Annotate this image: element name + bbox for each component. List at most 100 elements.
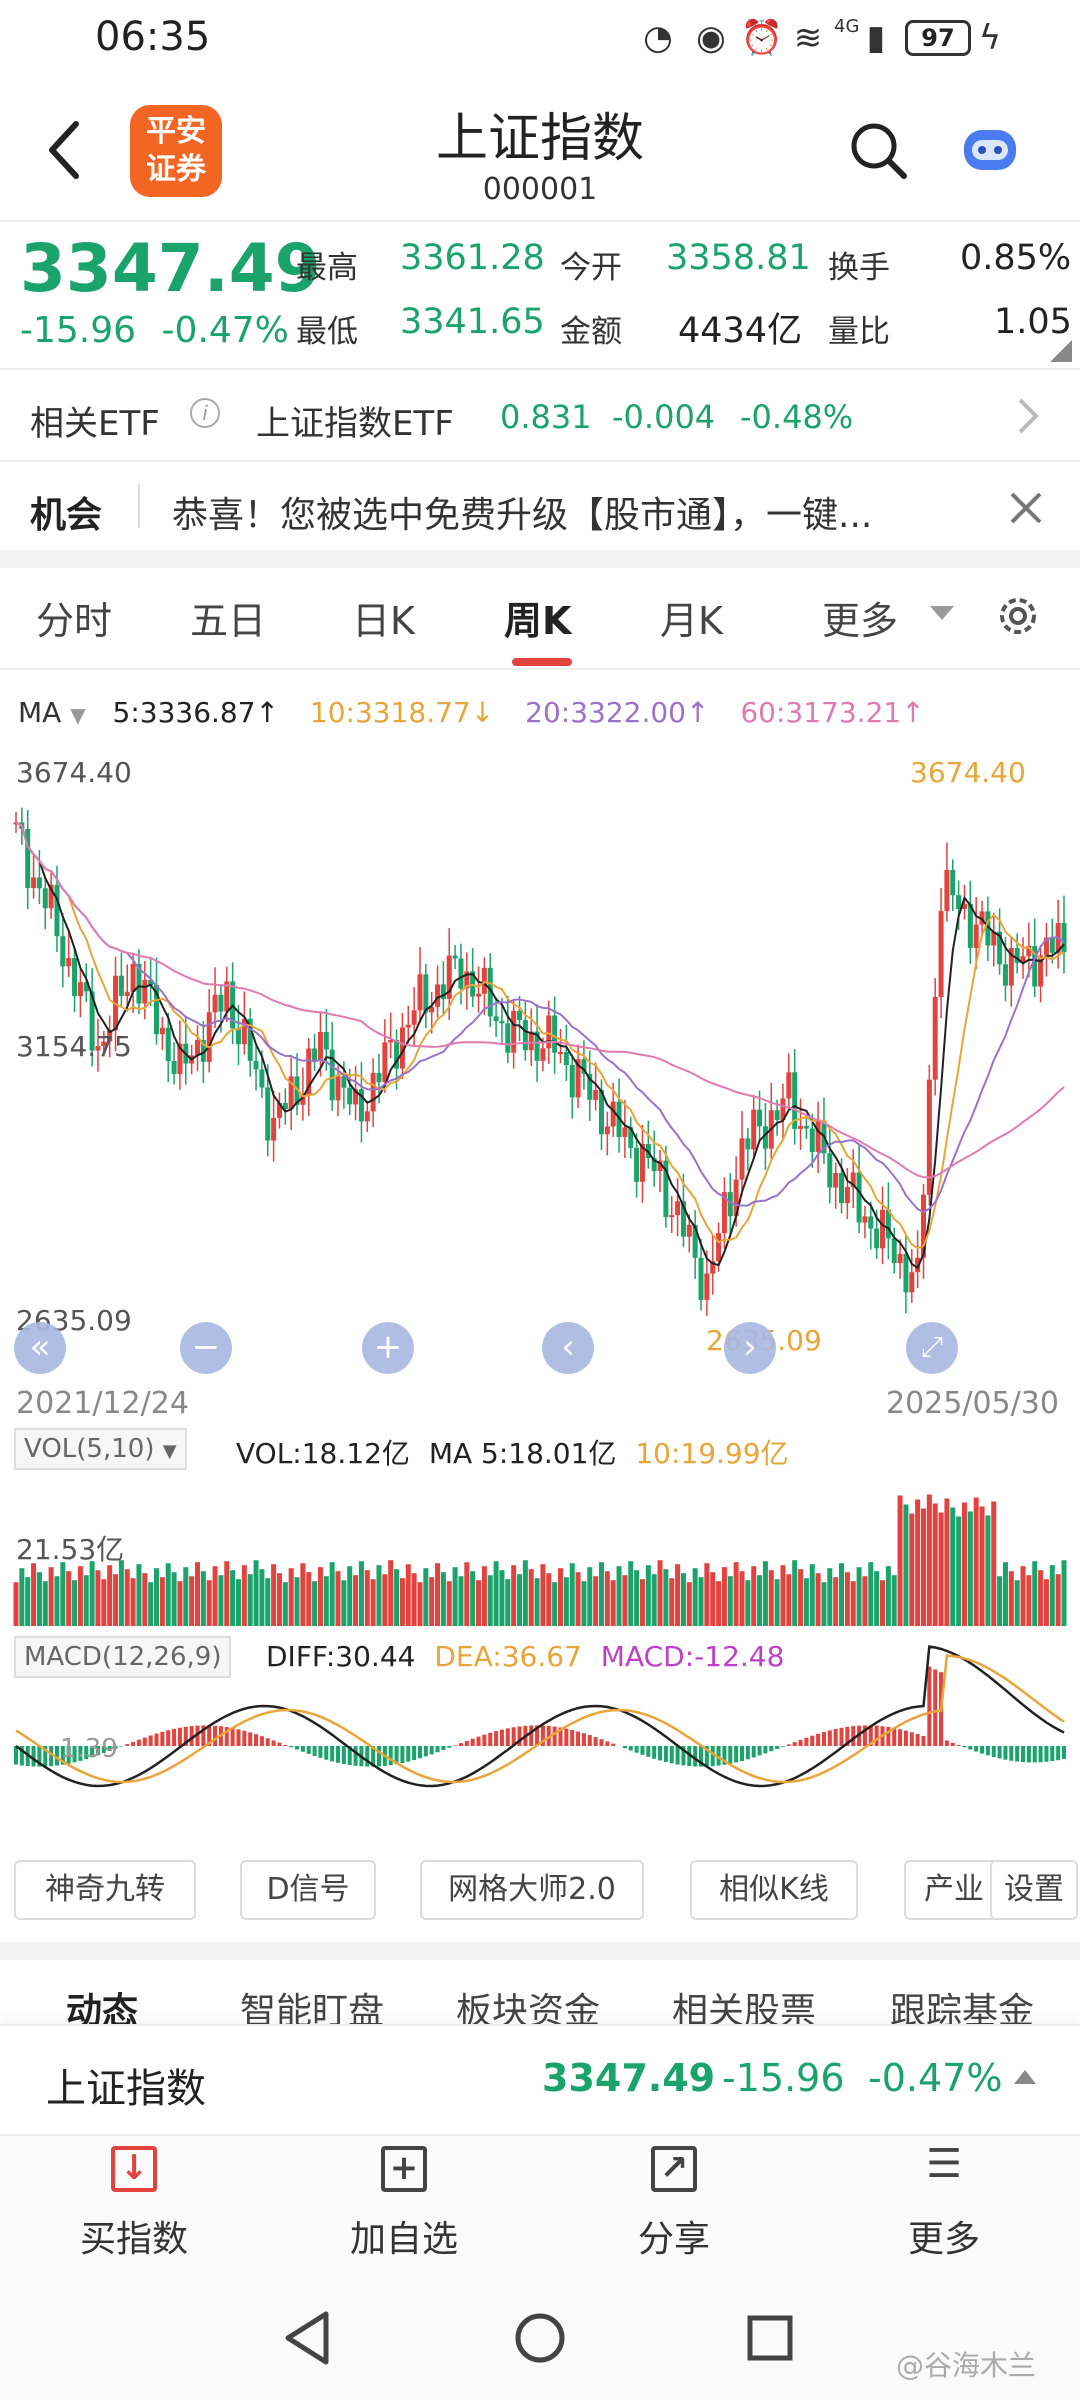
- volume-bar: [335, 1571, 341, 1626]
- volume-bar: [376, 1565, 382, 1626]
- macd-bar: [435, 1746, 440, 1753]
- zoom-in-button[interactable]: +: [362, 1322, 414, 1374]
- share-action[interactable]: ↗ 分享: [574, 2146, 774, 2262]
- volume-bar: [271, 1564, 277, 1626]
- buy-index-action[interactable]: ↓ 买指数: [34, 2146, 234, 2262]
- tab-more[interactable]: 更多: [822, 590, 898, 645]
- info-icon[interactable]: i: [190, 398, 220, 428]
- volume-bar: [48, 1567, 54, 1626]
- close-icon[interactable]: [1006, 488, 1046, 528]
- fullscreen-button[interactable]: ⤢: [906, 1322, 958, 1374]
- macd-bar: [306, 1746, 311, 1754]
- volume-bar: [241, 1565, 247, 1626]
- macd-bar: [927, 1666, 932, 1746]
- expand-corner-icon[interactable]: [1050, 340, 1072, 362]
- back-icon[interactable]: [44, 118, 84, 182]
- macd-bar: [599, 1739, 604, 1746]
- etf-price: 0.831: [500, 398, 592, 436]
- volume-bar: [563, 1577, 569, 1626]
- tool-grid-master[interactable]: 网格大师2.0: [420, 1860, 644, 1920]
- volume-bar: [932, 1503, 938, 1626]
- volume-bar: [552, 1582, 558, 1626]
- more-action[interactable]: ☰ 更多: [844, 2144, 1044, 2262]
- macd-bar: [172, 1728, 177, 1746]
- volume-bar: [1043, 1579, 1049, 1626]
- tab-five-day[interactable]: 五日: [190, 590, 266, 645]
- macd-bar: [634, 1746, 639, 1753]
- candle-body: [499, 1021, 505, 1024]
- tool-industry[interactable]: 产业: [904, 1860, 1004, 1920]
- candle-body: [868, 1216, 874, 1229]
- candle-body: [669, 1215, 675, 1218]
- candle-body: [130, 963, 136, 992]
- candle-body: [809, 1128, 815, 1152]
- volume-bar: [89, 1561, 95, 1626]
- macd-legend: DIFF:30.44 DEA:36.67 MACD:-12.48: [266, 1640, 784, 1673]
- tool-magic-nine[interactable]: 神奇九转: [14, 1860, 196, 1920]
- robot-assistant-icon[interactable]: [958, 120, 1022, 180]
- chevron-right-icon[interactable]: [1016, 396, 1040, 436]
- scroll-left-button[interactable]: ‹: [542, 1322, 594, 1374]
- volume-bar: [136, 1564, 142, 1626]
- settings-gear-icon[interactable]: [994, 592, 1042, 640]
- macd-bar: [341, 1746, 346, 1764]
- candle-body: [206, 1012, 212, 1062]
- max-annotation: 3674.40: [910, 756, 1026, 789]
- volume-bar: [36, 1572, 42, 1626]
- candle-body: [546, 1015, 552, 1049]
- vol-indicator-selector[interactable]: VOL(5,10) ▼: [14, 1428, 187, 1470]
- tab-monthly-k[interactable]: 月K: [660, 590, 723, 645]
- nav-back-icon[interactable]: [282, 2310, 332, 2366]
- candle-body: [42, 888, 48, 909]
- quote-bar-name: 上证指数: [46, 2066, 206, 2112]
- volume-bar: [1008, 1571, 1014, 1626]
- tab-daily-k[interactable]: 日K: [352, 590, 415, 645]
- tab-intraday[interactable]: 分时: [36, 590, 112, 645]
- candle-body: [880, 1209, 886, 1249]
- opportunity-banner-text[interactable]: 恭喜！您被选中免费升级【股市通】，一键...: [172, 486, 992, 538]
- macd-bar: [458, 1743, 463, 1746]
- volume-bar: [54, 1576, 60, 1626]
- volume-bar: [803, 1578, 809, 1626]
- candle-body: [634, 1147, 640, 1182]
- volume-bar: [124, 1569, 130, 1626]
- candle-body: [218, 994, 224, 1012]
- candle-body: [493, 1016, 499, 1022]
- tool-d-signal[interactable]: D信号: [240, 1860, 376, 1920]
- volume-bar: [358, 1561, 364, 1626]
- macd-bar: [429, 1746, 434, 1755]
- candle-body: [745, 1138, 751, 1150]
- tool-settings[interactable]: 设置: [990, 1860, 1078, 1920]
- volume-bar: [979, 1506, 985, 1626]
- tab-weekly-k[interactable]: 周K: [504, 590, 571, 645]
- candle-body: [423, 974, 429, 1013]
- tool-similar-kline[interactable]: 相似K线: [690, 1860, 858, 1920]
- collapse-triangle-icon[interactable]: [1014, 2070, 1036, 2084]
- nav-recents-icon[interactable]: [744, 2312, 796, 2364]
- volume-bar: [13, 1582, 19, 1626]
- add-watchlist-action[interactable]: + 加自选: [304, 2146, 504, 2262]
- turnover-label: 换手: [828, 250, 890, 286]
- nav-home-icon[interactable]: [512, 2310, 568, 2366]
- candle-body: [382, 1042, 388, 1083]
- macd-indicator-selector[interactable]: MACD(12,26,9): [14, 1636, 232, 1678]
- candle-body: [417, 974, 423, 1011]
- dropdown-triangle-icon[interactable]: [930, 606, 954, 622]
- quote-bar-price: 3347.49: [542, 2056, 716, 2100]
- macd-bar: [874, 1725, 879, 1746]
- volume-bar: [815, 1573, 821, 1626]
- volume-bar: [587, 1567, 593, 1626]
- macd-bar: [663, 1746, 668, 1762]
- quote-bar-change-percent: -0.47%: [868, 2056, 1003, 2100]
- search-icon[interactable]: [848, 120, 908, 180]
- macd-bar: [242, 1730, 247, 1746]
- scroll-to-start-button[interactable]: «: [14, 1322, 66, 1374]
- volume-bar: [997, 1576, 1003, 1626]
- volume-bar: [651, 1574, 657, 1626]
- candle-body: [376, 1072, 382, 1083]
- volume-bar: [1032, 1561, 1038, 1626]
- zoom-out-button[interactable]: −: [180, 1322, 232, 1374]
- scroll-right-button[interactable]: ›: [724, 1322, 776, 1374]
- volume-bar: [1014, 1580, 1020, 1626]
- candle-body: [517, 1010, 523, 1021]
